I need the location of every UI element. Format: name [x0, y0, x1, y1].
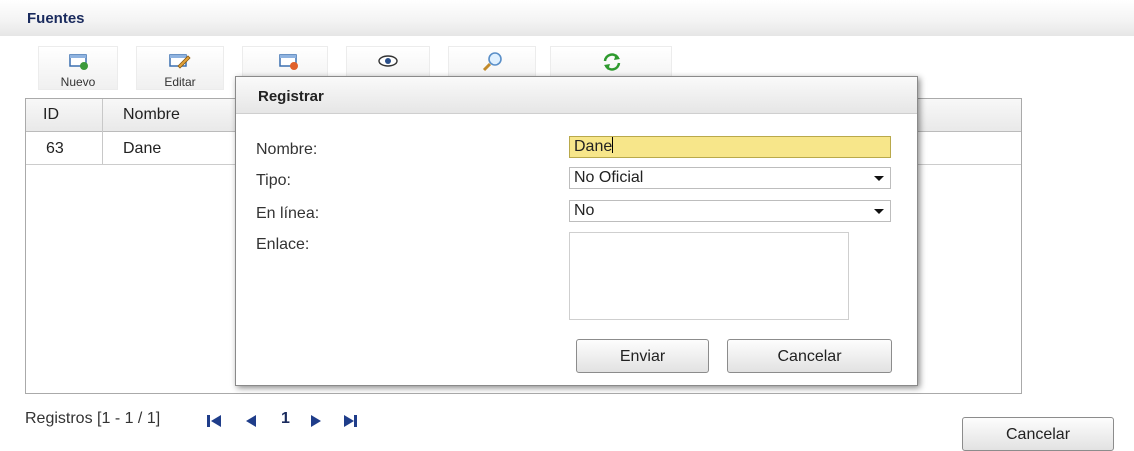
enlinea-select-value: No: [574, 202, 595, 219]
last-page-icon[interactable]: [342, 412, 360, 430]
column-header-nombre[interactable]: Nombre: [123, 106, 180, 124]
enlace-label: Enlace:: [256, 236, 310, 253]
cell-nombre: Dane: [123, 140, 162, 157]
nombre-input-value: Dane: [574, 138, 613, 155]
panel-title: Fuentes: [27, 10, 85, 27]
new-icon: [69, 54, 88, 70]
panel-header: Fuentes: [0, 0, 1134, 36]
cancelar-button[interactable]: Cancelar: [727, 339, 892, 373]
chevron-down-icon: [874, 176, 884, 181]
prev-page-icon[interactable]: [242, 412, 260, 430]
dialog-header[interactable]: Registrar: [236, 77, 917, 114]
outer-cancel-button[interactable]: Cancelar: [962, 417, 1114, 451]
search-icon: [482, 52, 502, 72]
new-button[interactable]: Nuevo: [38, 46, 118, 90]
delete-icon: [279, 54, 298, 70]
column-header-id[interactable]: ID: [43, 106, 59, 124]
refresh-icon: [603, 53, 621, 71]
cell-id: 63: [46, 140, 64, 157]
enlace-textarea[interactable]: [569, 232, 849, 320]
chevron-down-icon: [874, 209, 884, 214]
edit-button-label: Editar: [164, 75, 196, 89]
tipo-select[interactable]: No Oficial: [569, 167, 891, 189]
edit-icon: [169, 54, 191, 69]
nombre-label: Nombre:: [256, 141, 318, 158]
tipo-select-value: No Oficial: [574, 169, 644, 186]
enlinea-label: En línea:: [256, 205, 320, 222]
enviar-button[interactable]: Enviar: [576, 339, 709, 373]
dialog-title: Registrar: [258, 88, 324, 105]
enlinea-select[interactable]: No: [569, 200, 891, 222]
edit-button[interactable]: Editar: [136, 46, 224, 90]
tipo-label: Tipo:: [256, 172, 291, 189]
next-page-icon[interactable]: [307, 412, 325, 430]
new-button-label: Nuevo: [60, 75, 96, 89]
current-page-number: 1: [281, 410, 290, 427]
registrar-dialog: Registrar Nombre: Dane Tipo: No Oficial …: [235, 76, 918, 386]
nombre-input[interactable]: Dane: [569, 136, 891, 158]
text-cursor: [612, 137, 614, 153]
column-divider: [102, 99, 103, 164]
first-page-icon[interactable]: [205, 412, 223, 430]
view-icon: [378, 55, 398, 67]
pager-status: Registros [1 - 1 / 1]: [25, 410, 161, 427]
